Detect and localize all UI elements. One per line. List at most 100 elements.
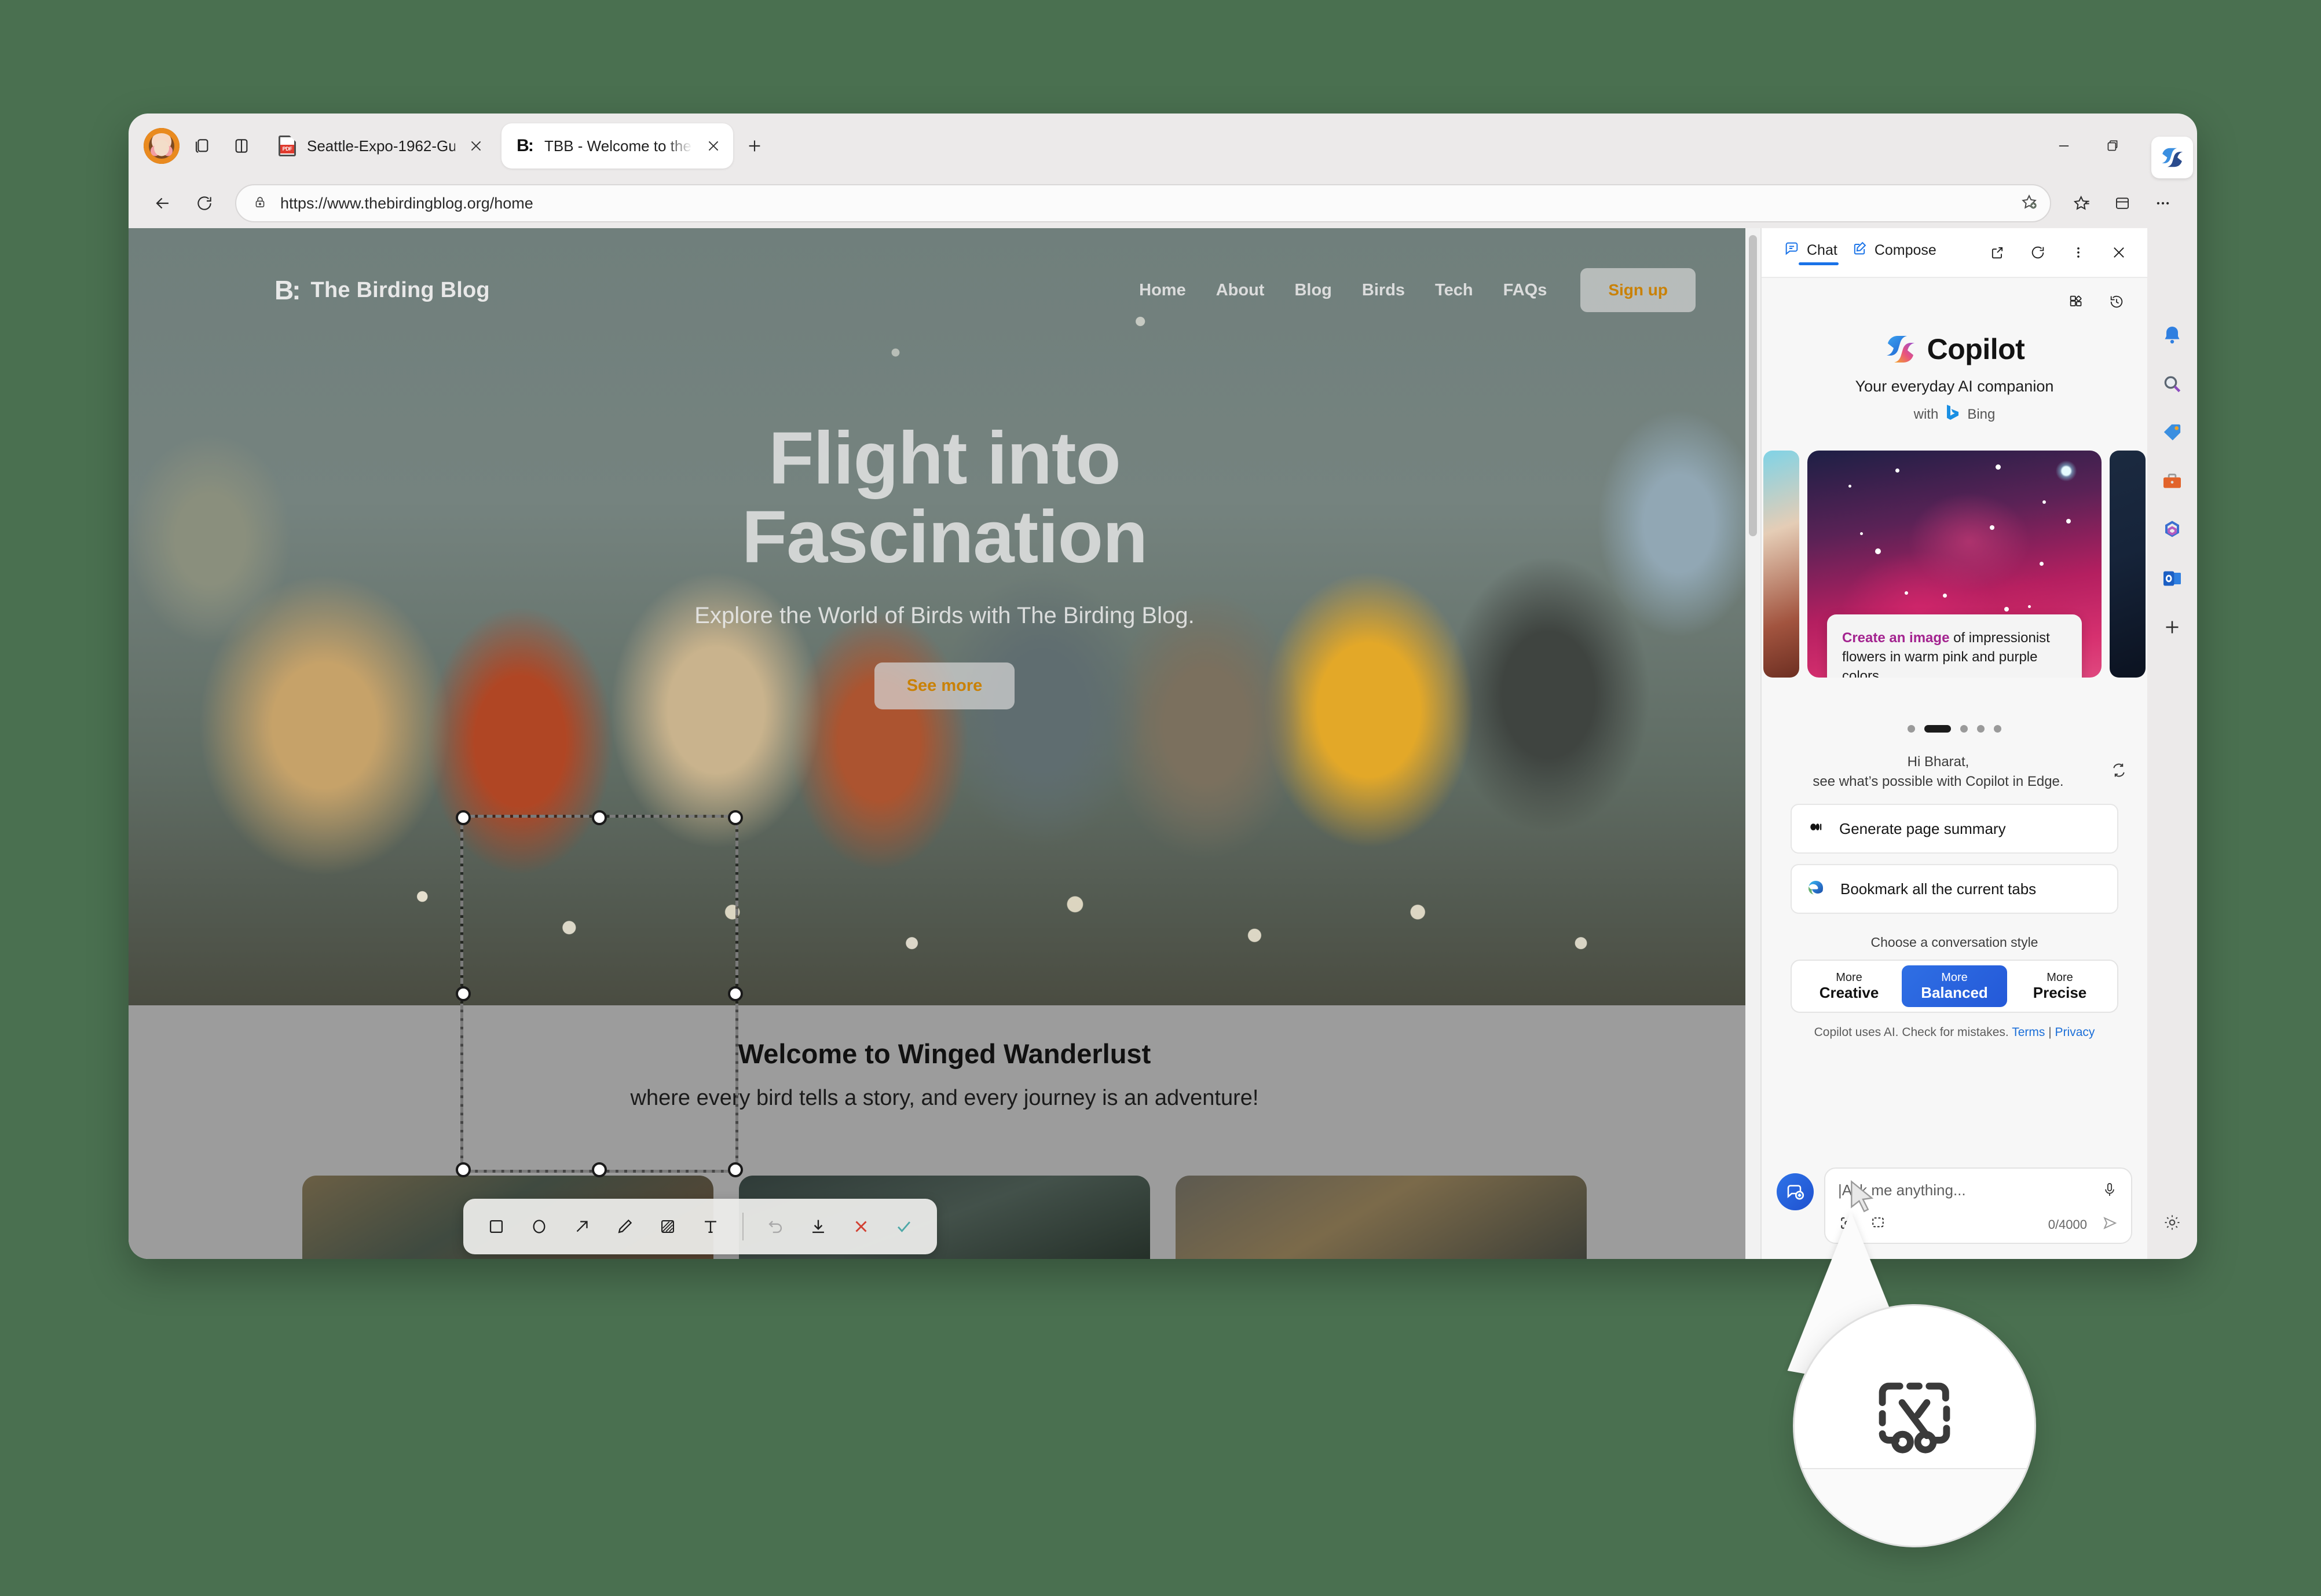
refresh-suggestions-icon[interactable] [2110,762,2128,782]
carousel-prompt-card[interactable]: Create an image of impressionist flowers… [1827,614,2082,678]
close-icon[interactable] [2103,237,2135,268]
carousel-dot[interactable] [1908,725,1915,733]
collections-icon[interactable] [2103,184,2141,222]
tab-actions-icon[interactable] [185,129,219,163]
welcome-heading: Welcome to Winged Wanderlust [738,1038,1151,1069]
tab-close-icon[interactable] [702,134,725,158]
tab-compose[interactable]: Compose [1849,240,1939,265]
tab-birding-blog[interactable]: B: TBB - Welcome to the world of [501,123,733,169]
shopping-icon[interactable] [2155,416,2189,449]
cancel-button-icon[interactable] [843,1209,879,1244]
pen-tool-icon[interactable] [607,1209,643,1244]
favorites-icon[interactable] [2063,184,2101,222]
carousel-dot-active[interactable] [1924,725,1951,733]
nav-link-blog[interactable]: Blog [1294,281,1331,300]
rectangle-tool-icon[interactable] [478,1209,514,1244]
style-more-creative[interactable]: More Creative [1796,965,1902,1007]
outlook-icon[interactable] [2155,562,2189,595]
resize-handle-top-center[interactable] [592,810,607,825]
carousel-dot[interactable] [1994,725,2001,733]
new-topic-icon[interactable] [1777,1173,1814,1210]
tools-icon[interactable] [2155,464,2189,498]
style-bottom-label: Balanced [1921,983,1988,1001]
add-favorite-icon[interactable] [2020,193,2038,214]
add-sidebar-icon[interactable] [2155,610,2189,644]
nav-link-faqs[interactable]: FAQs [1503,281,1547,300]
screenshot-selection-region[interactable] [456,810,743,1177]
arrow-tool-icon[interactable] [564,1209,600,1244]
send-icon[interactable] [2101,1214,2118,1235]
plugins-icon[interactable] [2060,286,2092,317]
welcome-subheading: where every bird tells a story, and ever… [630,1086,1259,1110]
download-button-icon[interactable] [800,1209,836,1244]
see-more-button[interactable]: See more [874,662,1015,710]
refresh-icon[interactable] [185,184,224,222]
style-more-balanced[interactable]: More Balanced [1902,965,2007,1008]
disclaimer-separator: | [2048,1026,2052,1039]
maximize-button[interactable] [2089,126,2136,166]
style-more-precise[interactable]: More Precise [2007,965,2113,1007]
copilot-subheader [1762,278,2147,317]
action-bookmark-all-tabs[interactable]: Bookmark all the current tabs [1791,864,2118,914]
page-scrollbar[interactable] [1745,228,1760,1259]
resize-handle-bottom-right[interactable] [728,1162,743,1177]
copilot-tagline: Your everyday AI companion [1855,378,2054,395]
search-icon[interactable] [2155,367,2189,401]
article-card[interactable] [1176,1176,1587,1259]
refresh-icon[interactable] [2022,237,2053,268]
carousel-card-current[interactable]: Create an image of impressionist flowers… [1807,451,2102,678]
browser-window: Seattle-Expo-1962-Guidebook B: TBB - Wel… [129,114,2197,1259]
address-input[interactable]: https://www.thebirdingblog.org/home [235,184,2051,222]
action-generate-page-summary[interactable]: Generate page summary [1791,804,2118,854]
resize-handle-top-right[interactable] [728,810,743,825]
split-screen-icon[interactable] [225,129,258,163]
confirm-button-icon[interactable] [886,1209,922,1244]
new-tab-button[interactable] [739,130,770,162]
nav-link-tech[interactable]: Tech [1435,281,1473,300]
resize-handle-middle-left[interactable] [456,986,471,1001]
terms-link[interactable]: Terms [2012,1026,2045,1039]
birding-blog-icon: B: [517,136,534,155]
style-top-label: More [1941,971,1968,984]
resize-handle-top-left[interactable] [456,810,471,825]
microphone-icon[interactable] [2101,1181,2118,1202]
avatar[interactable] [144,128,180,164]
highlight-tool-icon[interactable] [650,1209,686,1244]
ellipse-tool-icon[interactable] [521,1209,557,1244]
carousel-card-previous[interactable] [1763,451,1799,678]
signup-button[interactable]: Sign up [1580,268,1696,312]
history-icon[interactable] [2101,286,2132,317]
back-icon[interactable] [144,184,182,222]
hero-title: Flight into Fascination [129,419,1760,576]
privacy-link[interactable]: Privacy [2055,1026,2095,1039]
sidebar-settings-icon[interactable] [2155,1206,2189,1239]
tab-close-icon[interactable] [464,134,488,158]
notifications-icon[interactable] [2155,319,2189,352]
toolbar-divider [742,1213,744,1240]
scrollbar-thumb[interactable] [1749,235,1757,536]
nav-link-home[interactable]: Home [1139,281,1186,300]
tab-chat[interactable]: Chat [1781,240,1840,265]
site-brand[interactable]: B: The Birding Blog [274,277,490,303]
carousel-dot[interactable] [1960,725,1968,733]
open-in-new-icon[interactable] [1982,237,2013,268]
text-tool-icon[interactable] [693,1209,728,1244]
resize-handle-middle-right[interactable] [728,986,743,1001]
carousel-dot[interactable] [1977,725,1985,733]
content-area: B: The Birding Blog Home About Blog Bird… [129,137,2197,1259]
nav-link-birds[interactable]: Birds [1362,281,1405,300]
more-options-icon[interactable] [2063,237,2094,268]
settings-more-icon[interactable] [2144,184,2182,222]
lock-icon [252,195,268,213]
tab-seattle-expo[interactable]: Seattle-Expo-1962-Guidebook [264,123,496,169]
prompt-carousel[interactable]: Create an image of impressionist flowers… [1762,446,2147,682]
minimize-button[interactable] [2041,126,2087,166]
carousel-card-next[interactable] [2110,451,2146,678]
resize-handle-bottom-left[interactable] [456,1162,471,1177]
undo-button-icon[interactable] [757,1209,793,1244]
rail-item-copilot[interactable] [2151,137,2193,178]
nav-link-about[interactable]: About [1216,281,1265,300]
resize-handle-bottom-center[interactable] [592,1162,607,1177]
microsoft365-icon[interactable] [2155,513,2189,547]
greeting-line-1: Hi Bharat, [1907,754,1969,770]
